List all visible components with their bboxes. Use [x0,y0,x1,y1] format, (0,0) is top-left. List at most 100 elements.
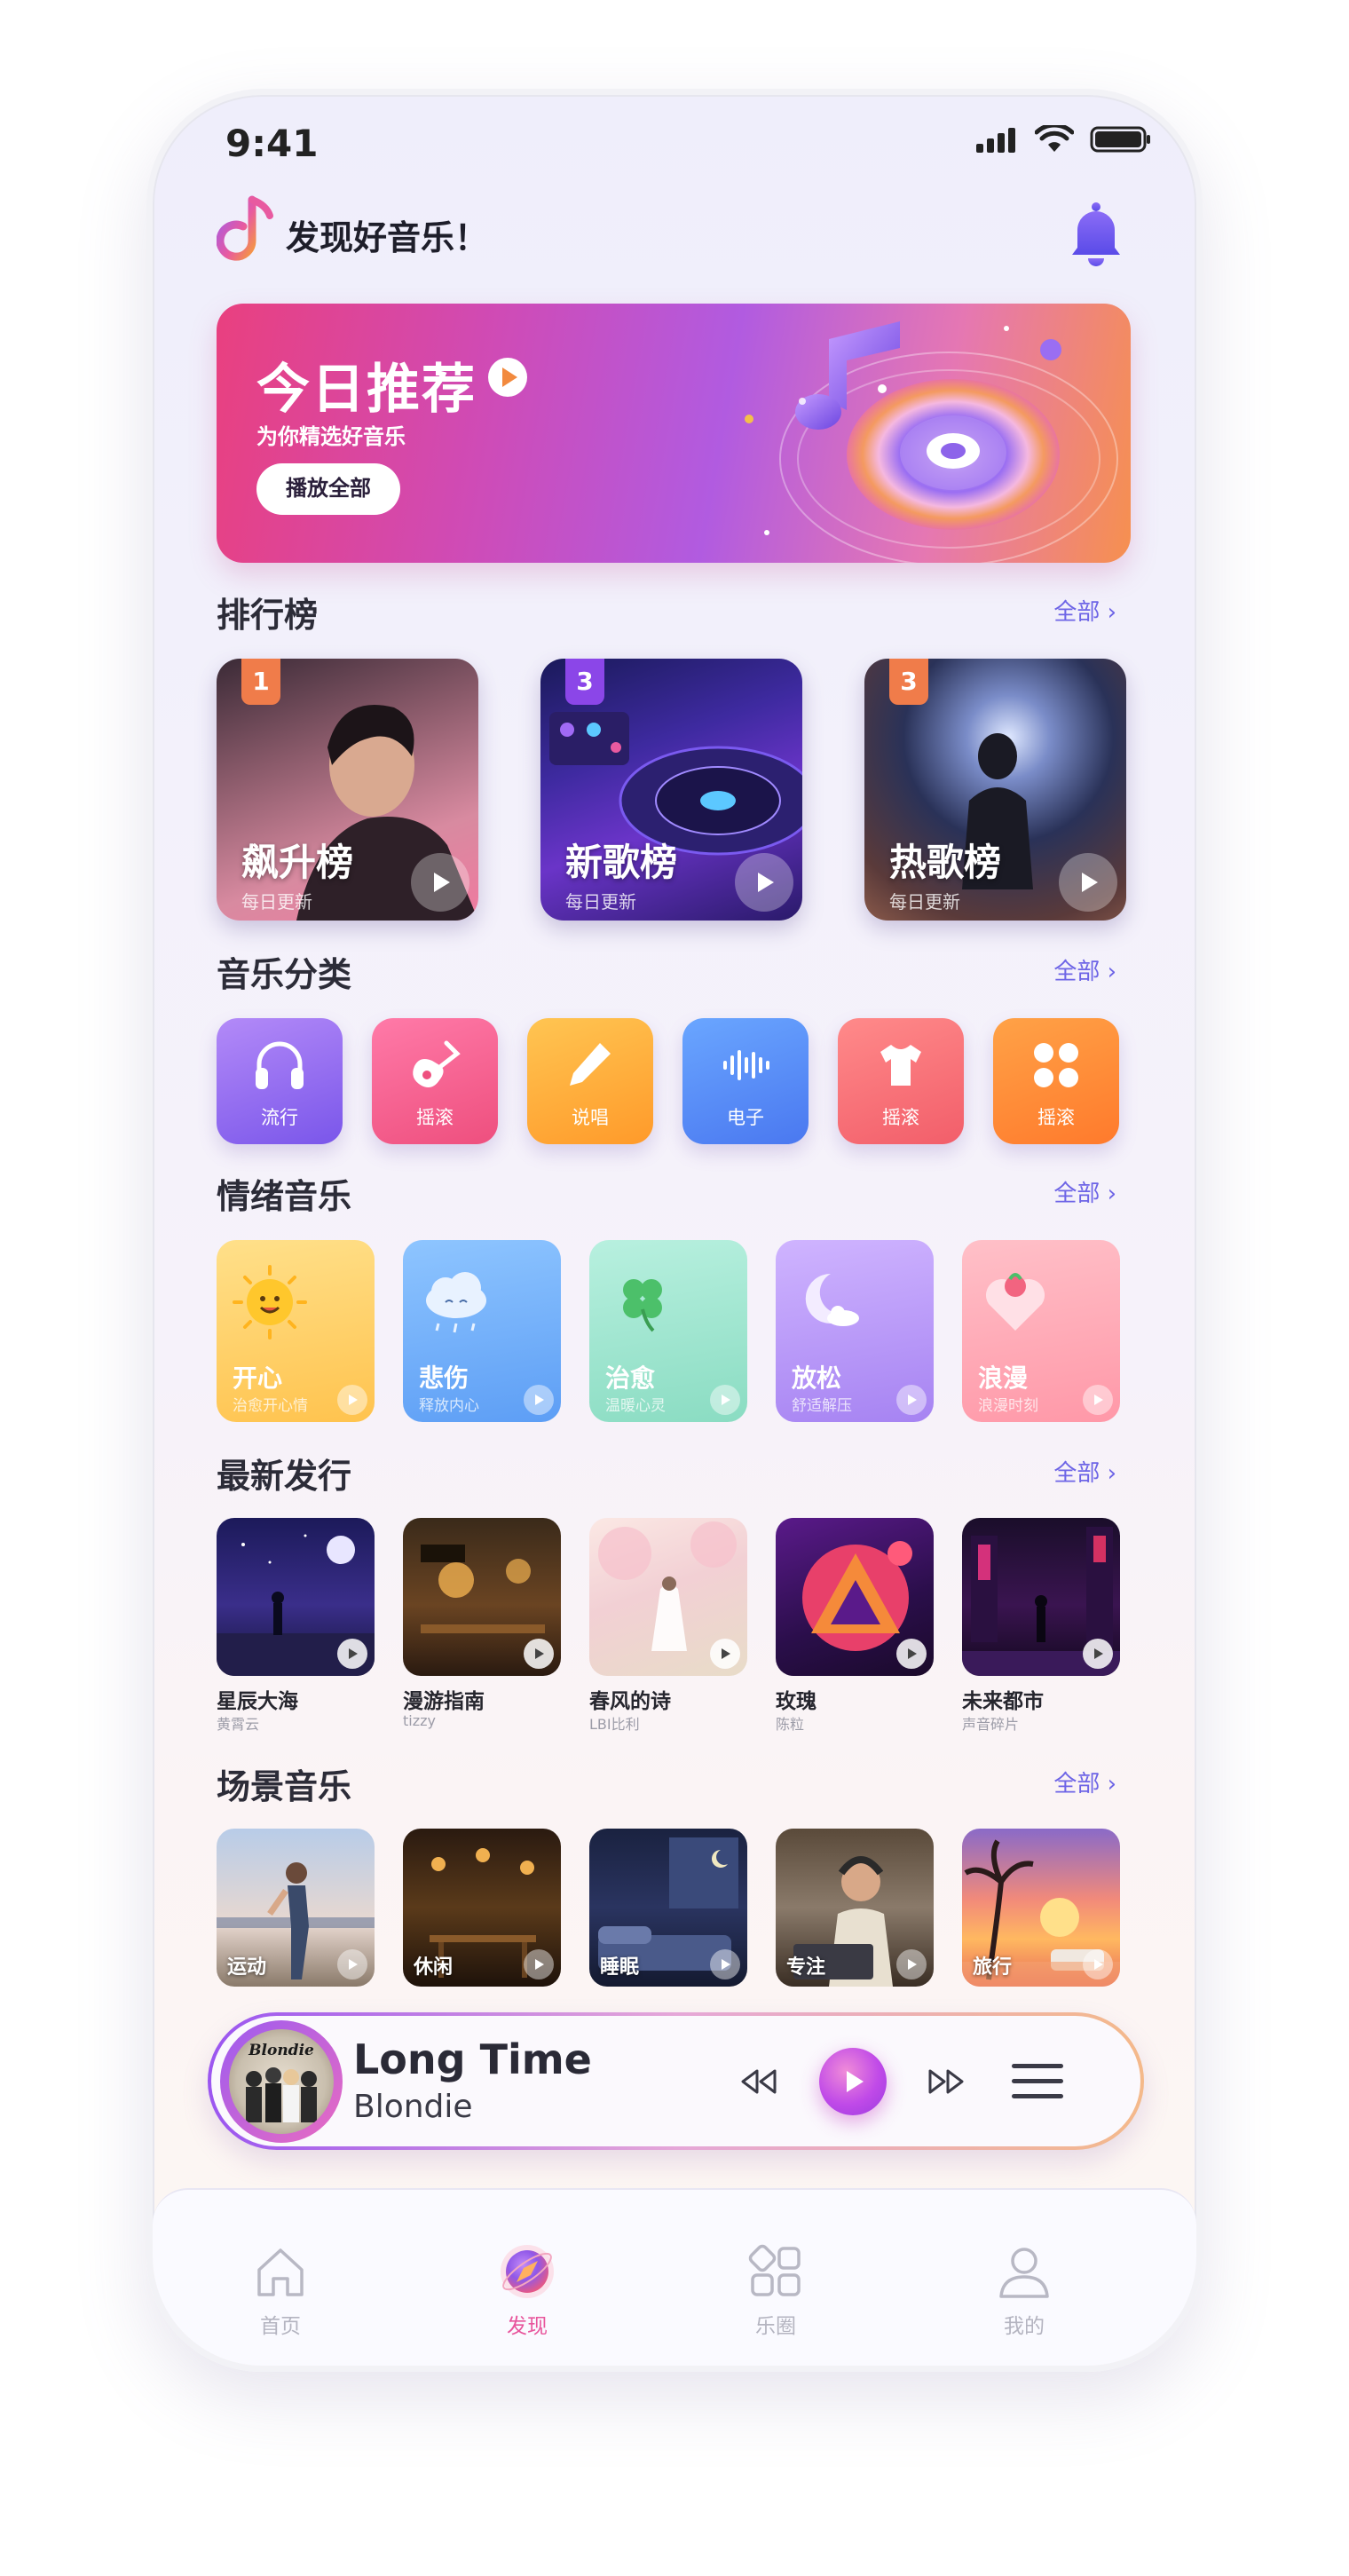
play-icon[interactable] [710,1385,740,1415]
scenes-more-link[interactable]: 全部 › [1053,1766,1116,1798]
clover-leaf-icon [623,1279,662,1332]
play-icon[interactable] [735,853,793,912]
releases-title: 最新发行 [217,1457,352,1496]
genre-label: 摇滚 [882,1107,919,1128]
mood-happy[interactable]: 开心 治愈开心情 [217,1240,375,1422]
scene-card-travel[interactable]: 旅行 [962,1829,1120,1987]
release-cover[interactable] [403,1518,561,1676]
waveform-icon [723,1050,769,1080]
play-icon[interactable] [1083,1949,1113,1979]
album-cover[interactable]: Blondie [220,2020,343,2143]
play-icon[interactable] [337,1639,367,1669]
playlist-menu-icon[interactable] [1010,2058,1065,2105]
genre-label: 流行 [261,1107,298,1128]
mood-romance[interactable]: 浪漫 浪漫时刻 [962,1240,1120,1422]
genre-pop[interactable]: 流行 [217,1018,343,1144]
mood-sub: 浪漫时刻 [978,1397,1038,1415]
banner-title: 今日推荐 [256,359,477,421]
banner-subtitle: 为你精选好音乐 [256,424,406,449]
notification-bell-icon[interactable] [1067,200,1125,267]
play-icon[interactable] [1083,1385,1113,1415]
play-pause-button[interactable] [819,2048,887,2115]
releases-more-link[interactable]: 全部 › [1053,1455,1116,1488]
genre-electronic[interactable]: 电子 [682,1018,809,1144]
moods-more-link[interactable]: 全部 › [1053,1175,1116,1208]
play-icon[interactable] [896,1949,927,1979]
moods-more-label: 全部 [1053,1181,1100,1207]
play-icon[interactable] [1083,1639,1113,1669]
tab-discover[interactable]: 发现 [447,2243,607,2339]
ranking-card-rising[interactable]: 1 飙升榜 每日更新 [217,659,478,921]
recommend-banner[interactable]: 今日推荐 为你精选好音乐 播放全部 [217,304,1131,563]
previous-icon[interactable] [739,2067,778,2096]
tab-profile[interactable]: 我的 [944,2243,1104,2339]
mood-name: 开心 [233,1363,283,1393]
tab-label: 乐圈 [755,2315,796,2338]
rankings-more-link[interactable]: 全部 › [1053,594,1116,627]
song-title: Long Time [353,2035,592,2083]
release-title: 春风的诗 [589,1690,671,1713]
tab-home[interactable]: 首页 [201,2243,360,2339]
play-icon[interactable] [1059,853,1117,912]
mood-sub: 治愈开心情 [233,1397,308,1415]
release-cover[interactable] [776,1518,934,1676]
chevron-right-icon: › [1107,599,1116,626]
releases-more-label: 全部 [1053,1460,1100,1487]
play-icon[interactable] [896,1385,927,1415]
scene-card-sleep[interactable]: 睡眠 [589,1829,747,1987]
release-cover[interactable] [217,1518,375,1676]
song-artist: Blondie [353,2089,473,2125]
release-cover[interactable] [962,1518,1120,1676]
play-icon[interactable] [524,1639,554,1669]
play-icon[interactable] [524,1949,554,1979]
play-icon[interactable] [710,1639,740,1669]
ranking-sub: 每日更新 [241,891,312,913]
scene-card-leisure[interactable]: 休闲 [403,1829,561,1987]
play-icon[interactable] [411,853,469,912]
rank-badge: 1 [241,659,280,705]
scene-card-focus[interactable]: 专注 [776,1829,934,1987]
next-icon[interactable] [927,2067,966,2096]
mood-healing[interactable]: 治愈 温暖心灵 [589,1240,747,1422]
grid-icon [748,2244,801,2296]
tab-label: 我的 [1004,2315,1045,2338]
genre-label: 摇滚 [416,1107,454,1128]
release-artist: LBI比利 [589,1716,640,1733]
play-icon[interactable] [710,1949,740,1979]
scene-card-sport[interactable]: 运动 [217,1829,375,1987]
play-icon[interactable] [337,1949,367,1979]
genre-rock-2[interactable]: 摇滚 [838,1018,964,1144]
user-icon [999,2248,1049,2298]
genre-rap[interactable]: 说唱 [527,1018,653,1144]
ranking-name: 热歌榜 [889,841,1002,884]
genre-rock-3[interactable]: 摇滚 [993,1018,1119,1144]
release-artist: 黄霄云 [217,1716,260,1733]
genres-more-link[interactable]: 全部 › [1053,953,1116,986]
mood-relax[interactable]: 放松 舒适解压 [776,1240,934,1422]
tab-community[interactable]: 乐圈 [696,2243,856,2339]
ranking-card-new[interactable]: 3 新歌榜 每日更新 [540,659,802,921]
mood-name: 浪漫 [978,1363,1029,1393]
album-art: Blondie [229,2029,334,2134]
ranking-card-hot[interactable]: 3 热歌榜 每日更新 [864,659,1126,921]
play-all-button[interactable]: 播放全部 [256,463,400,515]
release-title: 玫瑰 [776,1690,816,1713]
mini-player[interactable]: Blondie Long Time Blondie [208,2012,1144,2150]
genre-rock[interactable]: 摇滚 [372,1018,498,1144]
genre-label: 说唱 [572,1107,609,1128]
headphones-icon [256,1041,304,1089]
play-icon[interactable] [337,1385,367,1415]
play-icon[interactable] [524,1385,554,1415]
chevron-right-icon: › [1107,1181,1116,1207]
play-icon[interactable] [896,1639,927,1669]
banner-play-icon[interactable] [487,357,528,398]
genre-label: 电子 [727,1107,764,1128]
rank-badge: 3 [565,659,604,705]
wifi-icon [1035,125,1074,152]
guitar-icon [413,1040,461,1087]
status-icons [974,125,1152,154]
scene-label: 休闲 [414,1956,454,1979]
release-cover[interactable] [589,1518,747,1676]
app-title: 发现好音乐！ [286,218,489,257]
mood-sad[interactable]: 悲伤 释放内心 [403,1240,561,1422]
